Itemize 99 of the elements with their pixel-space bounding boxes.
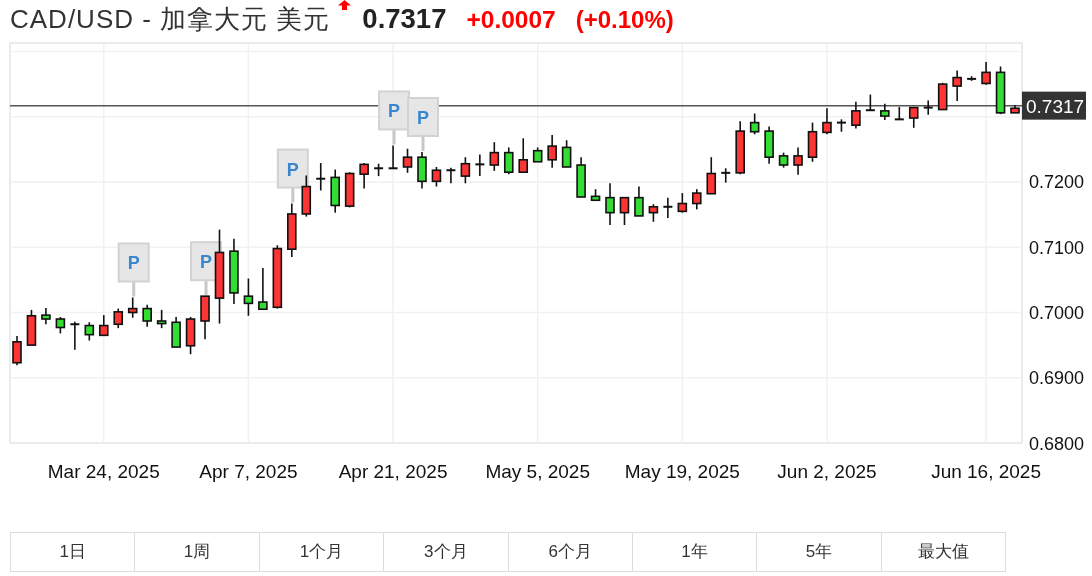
candlestick	[749, 112, 760, 136]
candlestick	[243, 277, 254, 317]
range-button[interactable]: 1周	[135, 532, 260, 572]
candlestick	[402, 147, 413, 174]
candlestick	[344, 171, 355, 209]
candlestick	[99, 314, 109, 337]
candlestick	[908, 106, 919, 129]
axis-label: Mar 24, 2025	[47, 461, 160, 482]
candlestick	[692, 188, 702, 211]
candlestick	[200, 295, 210, 341]
candlestick	[547, 134, 557, 169]
candlestick	[70, 320, 80, 351]
candlestick	[735, 120, 745, 175]
annotation: P	[127, 253, 140, 274]
annotation: P	[286, 159, 299, 180]
change-value: +0.0007	[466, 5, 556, 35]
candlestick	[41, 307, 51, 326]
candlestick	[446, 166, 456, 185]
candlestick	[952, 69, 962, 102]
axis-label: Apr 21, 2025	[338, 461, 448, 482]
candlestick	[185, 316, 196, 356]
candlestick	[142, 303, 152, 328]
candlestick	[576, 156, 586, 198]
annotation: P	[200, 252, 213, 273]
price-tag: 0.7317	[1022, 91, 1086, 120]
candlestick	[894, 106, 904, 121]
candlestick	[880, 102, 890, 121]
candlestick	[807, 121, 818, 163]
change-percent: (+0.10%)	[575, 5, 674, 35]
candlestick	[258, 267, 268, 311]
candlestick	[518, 137, 529, 173]
candlestick	[663, 196, 673, 219]
range-button[interactable]: 1日	[10, 532, 136, 572]
candlestick	[721, 167, 731, 184]
candlestick	[272, 244, 283, 310]
range-button[interactable]: 1年	[632, 532, 758, 572]
axis-label: Apr 7, 2025	[199, 461, 298, 482]
candlestick	[981, 61, 991, 86]
candlestick	[590, 188, 601, 202]
candlestick	[836, 118, 846, 133]
annotation: P	[388, 101, 401, 122]
candlestick	[822, 107, 832, 136]
candlestick	[865, 93, 875, 112]
candlestick	[460, 156, 471, 185]
candlestick	[532, 146, 543, 163]
range-button[interactable]: 最大值	[881, 532, 1006, 572]
annotation: P	[416, 107, 429, 128]
candlestick	[316, 162, 326, 192]
candlestick	[301, 174, 312, 218]
range-button[interactable]: 3个月	[384, 532, 509, 572]
axis-label: 0.7200	[1029, 172, 1085, 193]
candlestick	[127, 296, 138, 319]
candlestick	[561, 139, 572, 168]
range-button[interactable]: 5年	[757, 532, 882, 572]
candlestick	[431, 166, 442, 188]
candlestick	[359, 162, 369, 190]
candlestick	[388, 144, 398, 170]
axis-label: 0.6900	[1029, 368, 1085, 389]
pair-title: CAD/USD - 加拿大元 美元	[10, 3, 331, 36]
candlestick	[12, 335, 22, 367]
axis-label: Jun 16, 2025	[931, 461, 1041, 482]
candlestick	[634, 185, 644, 217]
candlestick	[156, 309, 167, 329]
candlestick	[417, 151, 427, 190]
axis-label: 0.7100	[1029, 237, 1085, 258]
candlestick	[26, 309, 37, 346]
candlestick	[851, 100, 861, 130]
axis-label: May 5, 2025	[485, 461, 590, 482]
candlestick	[171, 316, 181, 348]
candlestick	[229, 237, 239, 305]
axis-label: 0.7000	[1029, 303, 1085, 323]
candlestick	[793, 146, 803, 176]
candlestick	[764, 125, 774, 165]
candlestick	[374, 162, 384, 177]
candlestick	[605, 182, 615, 226]
candlestick	[475, 153, 485, 177]
candlestick	[677, 192, 688, 214]
candlestick	[937, 82, 948, 111]
range-button[interactable]: 6个月	[508, 532, 633, 572]
price-value: 0.7317	[362, 4, 447, 34]
axis-label: Jun 2, 2025	[777, 461, 877, 482]
candlestick	[619, 196, 630, 226]
candlestick	[113, 307, 124, 329]
candlestick	[489, 141, 500, 172]
candlestick	[503, 146, 514, 175]
candlestick	[1010, 104, 1020, 114]
axis-label: May 19, 2025	[624, 461, 740, 482]
candlestick	[55, 316, 66, 335]
candlestick	[923, 99, 933, 116]
candlestick	[287, 202, 297, 258]
candlestick	[778, 151, 789, 169]
range-button[interactable]: 1个月	[259, 532, 385, 572]
candlestick	[995, 65, 1006, 115]
axis-label: 0.6800	[1029, 433, 1085, 454]
candlestick	[330, 168, 340, 214]
candlestick	[967, 75, 977, 82]
candlestick	[706, 156, 717, 195]
candlestick	[84, 321, 95, 342]
candlestick	[648, 203, 659, 223]
